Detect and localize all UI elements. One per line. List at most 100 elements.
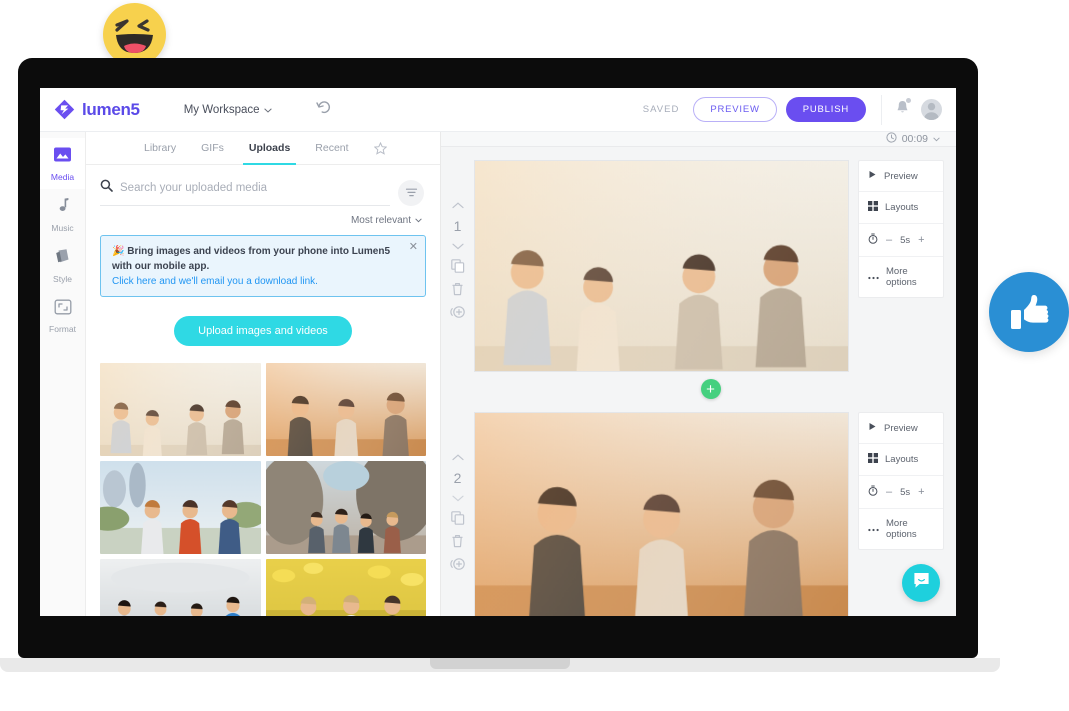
- workspace-selector[interactable]: My Workspace: [184, 104, 272, 116]
- grid-layout-icon: [868, 201, 878, 214]
- tab-library[interactable]: Library: [144, 132, 176, 165]
- search-row: [86, 165, 440, 206]
- copy-icon[interactable]: [450, 511, 465, 525]
- undo-button[interactable]: [315, 100, 332, 119]
- brand-logo[interactable]: lumen5: [54, 99, 140, 120]
- star-icon[interactable]: [373, 132, 387, 165]
- sidebar-item-media[interactable]: Media: [40, 138, 85, 189]
- grid-layout-icon: [868, 453, 878, 466]
- scene-layouts-button[interactable]: Layouts: [859, 192, 943, 224]
- app-header: lumen5 My Workspace SAVED PREVIEW PUBLIS…: [40, 88, 956, 132]
- add-circle-icon[interactable]: [449, 305, 466, 319]
- add-circle-icon[interactable]: [449, 557, 466, 571]
- sidebar-item-label: Style: [53, 273, 72, 284]
- scene-preview-button[interactable]: Preview: [859, 161, 943, 192]
- chat-bubble-icon: [912, 571, 931, 595]
- scene-controls: 1: [441, 160, 474, 372]
- search-icon: [100, 179, 113, 197]
- thumbnail-kids-jumping-hallway[interactable]: [100, 559, 261, 616]
- scene-options-panel: Preview Layouts – 5s + More options: [858, 412, 944, 550]
- upload-area: Upload images and videos: [86, 316, 440, 346]
- promo-message: Bring images and videos from your phone …: [112, 246, 391, 272]
- tab-gifs[interactable]: GIFs: [201, 132, 224, 165]
- scene-canvas: 00:09 1 Preview Layouts – 5s + More opti…: [441, 132, 956, 616]
- sort-row: Most relevant: [86, 206, 440, 226]
- upload-button[interactable]: Upload images and videos: [174, 316, 352, 346]
- scene-number: 2: [453, 470, 462, 486]
- thumbnail-women-hats-smiling[interactable]: [265, 363, 426, 456]
- tab-uploads[interactable]: Uploads: [242, 132, 297, 165]
- sidebar-item-format[interactable]: Format: [40, 291, 85, 342]
- scene-image[interactable]: [474, 160, 849, 372]
- close-icon[interactable]: ✕: [409, 242, 418, 253]
- scene-more-options-button[interactable]: More options: [859, 509, 943, 549]
- chevron-up-icon[interactable]: [451, 454, 464, 461]
- sort-selector[interactable]: Most relevant: [351, 215, 422, 226]
- increase-duration-button[interactable]: +: [918, 234, 924, 246]
- scene-row: 1 Preview Layouts – 5s + More options: [441, 147, 956, 372]
- promo-download-link[interactable]: Click here and we'll email you a downloa…: [112, 276, 414, 287]
- duration-value: 00:09: [901, 133, 928, 145]
- image-icon: [53, 146, 72, 168]
- decrease-duration-button[interactable]: –: [886, 486, 892, 498]
- scene-duration-control: – 5s +: [859, 476, 943, 509]
- app-body: Media Music Style Format Library GIFs Up…: [40, 132, 956, 616]
- thumbnail-hikers-rocky-canyon[interactable]: [265, 461, 426, 554]
- stopwatch-icon: [868, 233, 878, 247]
- left-icon-rail: Media Music Style Format: [40, 132, 86, 616]
- plus-circle-icon[interactable]: +: [700, 379, 721, 399]
- scene-layouts-button[interactable]: Layouts: [859, 444, 943, 476]
- decrease-duration-button[interactable]: –: [886, 234, 892, 246]
- chevron-down-icon[interactable]: [451, 243, 464, 250]
- party-popper-icon: 🎉: [112, 246, 125, 257]
- preview-button[interactable]: PREVIEW: [693, 97, 777, 122]
- tab-recent[interactable]: Recent: [315, 132, 348, 165]
- notifications-button[interactable]: [895, 98, 911, 120]
- scene-preview-label: Preview: [884, 422, 918, 434]
- user-avatar[interactable]: [921, 99, 942, 120]
- music-note-icon: [54, 197, 71, 219]
- bell-icon: [895, 101, 910, 119]
- increase-duration-button[interactable]: +: [918, 486, 924, 498]
- canvas-toolbar: 00:09: [441, 132, 956, 147]
- laptop-base-notch: [430, 658, 570, 669]
- chevron-down-icon[interactable]: [451, 495, 464, 502]
- scene-number: 1: [453, 218, 462, 234]
- scene-layouts-label: Layouts: [885, 202, 919, 213]
- copy-icon[interactable]: [450, 259, 465, 273]
- brand-name: lumen5: [82, 99, 140, 119]
- header-actions: SAVED PREVIEW PUBLISH: [643, 88, 956, 131]
- thumbs-up-icon: [989, 272, 1069, 352]
- format-aspect-icon: [54, 299, 72, 320]
- chat-launcher-button[interactable]: [902, 564, 940, 602]
- scene-more-options-button[interactable]: More options: [859, 257, 943, 297]
- sidebar-item-style[interactable]: Style: [40, 240, 85, 291]
- scene-preview-button[interactable]: Preview: [859, 413, 943, 444]
- thumbnail-girls-city-skyline[interactable]: [100, 461, 261, 554]
- search-box[interactable]: [100, 179, 390, 206]
- publish-button[interactable]: PUBLISH: [785, 97, 866, 122]
- workspace-label: My Workspace: [183, 103, 260, 116]
- scene-image[interactable]: [474, 412, 849, 616]
- scene-controls: 2: [441, 412, 474, 616]
- scene-preview-label: Preview: [884, 170, 918, 182]
- clock-icon: [886, 132, 897, 146]
- filter-icon[interactable]: [398, 179, 424, 206]
- style-palette-icon: [54, 248, 72, 270]
- video-duration[interactable]: 00:09: [886, 132, 940, 146]
- search-input[interactable]: [120, 182, 390, 194]
- promo-text: 🎉 Bring images and videos from your phon…: [112, 245, 414, 274]
- mobile-app-promo-banner: ✕ 🎉 Bring images and videos from your ph…: [100, 235, 426, 297]
- uploaded-media-grid: [86, 346, 440, 616]
- scene-duration-control: – 5s +: [859, 224, 943, 257]
- sidebar-item-label: Format: [49, 324, 76, 334]
- sidebar-item-label: Media: [50, 171, 75, 182]
- chevron-up-icon[interactable]: [451, 202, 464, 209]
- trash-icon[interactable]: [451, 282, 464, 296]
- ellipsis-icon: [868, 524, 879, 535]
- thumbnail-women-sunflower-field[interactable]: [265, 559, 426, 616]
- sidebar-item-music[interactable]: Music: [40, 189, 85, 240]
- scene-layouts-label: Layouts: [885, 454, 919, 465]
- trash-icon[interactable]: [451, 534, 464, 548]
- thumbnail-friends-laughing-sunset[interactable]: [100, 363, 261, 456]
